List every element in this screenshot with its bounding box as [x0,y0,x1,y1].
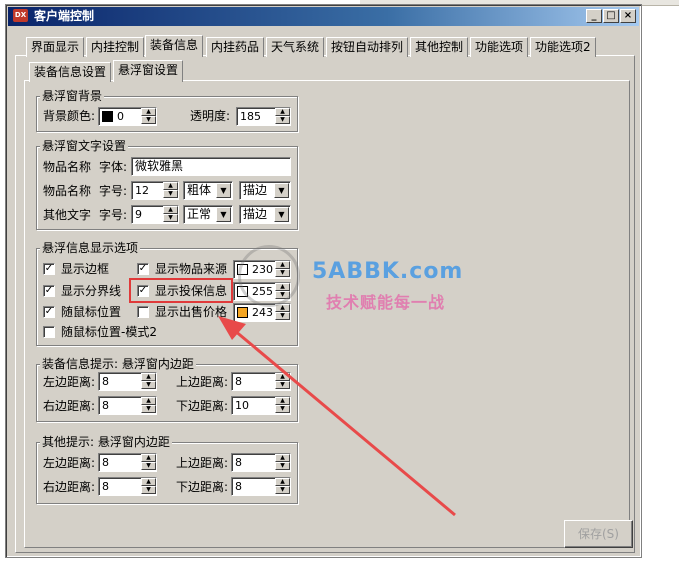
tab-equipment-info[interactable]: 装备信息 [145,35,204,57]
watermark-logo-icon [238,245,300,307]
watermark-site: 5ABBK.com [312,259,464,284]
watermark-slogan: 技术赋能每一战 [326,293,446,312]
annotation-arrow-icon [218,316,456,517]
subtab-float-window-settings[interactable]: 悬浮窗设置 [113,60,184,82]
